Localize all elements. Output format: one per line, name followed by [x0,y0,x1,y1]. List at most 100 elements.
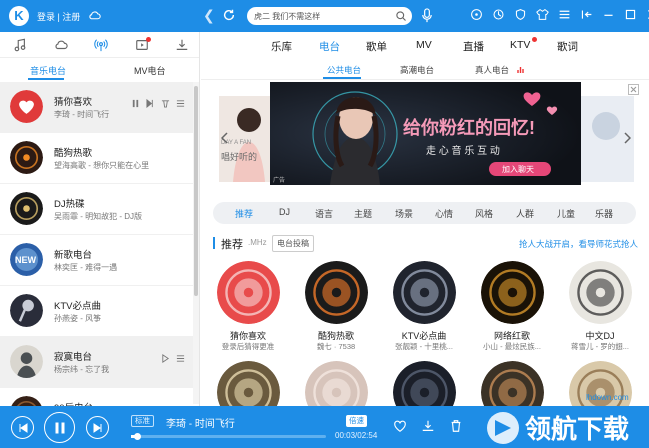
category-item[interactable]: 人群 [516,207,534,220]
category-item[interactable]: 场景 [395,207,413,220]
radio-list-item[interactable]: KTV必点曲 孙燕姿 - 风筝 [0,286,193,337]
banner-prev-preview[interactable]: DAY A FAN 唱好听的 [219,96,271,182]
skin-icon[interactable] [536,8,549,21]
watermark-logo: 领航下载 [487,412,629,445]
radio-card-cover[interactable] [481,261,544,324]
banner-ad[interactable]: 给你粉红的回忆! 走 心 音 乐 互 动 加入聊天 广告 [270,82,581,185]
login-register-link[interactable]: 登录 | 注册 [37,10,80,23]
radio-cover[interactable] [10,345,43,378]
maximize-icon[interactable] [624,8,637,21]
back-arrow-icon[interactable]: ❮ [203,8,215,22]
radio-list-item[interactable]: 酷狗热歌 望海高歌 - 想你只能在心里 [0,133,193,184]
radio-cover[interactable] [10,396,43,406]
tab-public-radio[interactable]: 公共电台 [327,64,361,76]
radio-card-cover[interactable] [481,361,544,406]
message-icon[interactable] [470,8,483,21]
next-icon [93,422,101,433]
radio-cover[interactable] [10,141,43,174]
next-button[interactable] [86,416,109,439]
radio-card-cover[interactable] [217,361,280,406]
category-item[interactable]: 风格 [475,207,493,220]
radio-card-cover[interactable] [217,261,280,324]
submit-radio-button[interactable]: 电台投稿 [272,235,314,252]
top-tab-item[interactable]: 歌单 [366,39,387,54]
top-tab-item[interactable]: MV [416,39,432,51]
radio-list-item[interactable]: DJ热碟 吴雨霏 - 明知故犯 - DJ版 [0,184,193,235]
skip-icon[interactable] [146,99,155,108]
category-item[interactable]: DJ [279,207,290,217]
cloud-sync-icon[interactable] [88,9,101,22]
tab-music-radio[interactable]: 音乐电台 [30,64,66,77]
radio-card-cover[interactable] [305,361,368,406]
player-actions [393,419,463,433]
radio-list-item[interactable]: 寂寞电台 杨宗纬 - 忘了我 [0,337,193,388]
shield-icon[interactable] [514,8,527,21]
tab-live-radio[interactable]: 真人电台 [475,64,509,76]
play-mode-badge[interactable]: 标准 [131,415,154,427]
minimize-icon[interactable] [602,8,615,21]
download-icon[interactable] [175,38,189,52]
radio-cover[interactable] [10,294,43,327]
radio-card-cover[interactable] [305,261,368,324]
app-logo[interactable]: K [9,6,29,26]
more-icon[interactable] [176,354,185,363]
top-tab-item[interactable]: 直播 [463,39,484,54]
banner-close-button[interactable] [628,84,639,95]
category-item[interactable]: 语言 [315,207,333,220]
menu-icon[interactable] [558,8,571,21]
banner-carousel[interactable]: DAY A FAN 唱好听的 给你粉红的回忆! 走 心 音 乐 互 动 加入聊天… [219,82,634,185]
tab-climax-radio[interactable]: 高潮电台 [400,64,434,76]
settings-icon[interactable] [492,8,505,21]
pause-icon[interactable] [131,99,140,108]
radio-list-item[interactable]: NEW 新歌电台 林奕匡 - 难得一遇 [0,235,193,286]
category-item[interactable]: 儿童 [557,207,575,220]
tab-mv-radio[interactable]: MV电台 [134,64,166,77]
category-item[interactable]: 推荐 [235,207,253,220]
sidebar-scrollbar[interactable] [193,82,199,404]
banner-cta[interactable]: 加入聊天 [502,164,534,174]
radio-cover[interactable]: NEW [10,243,43,276]
top-tab-item[interactable]: 电台 [319,39,340,54]
music-note-icon[interactable] [13,38,27,52]
radio-card-cover[interactable] [393,361,456,406]
search-icon[interactable] [395,10,407,22]
category-item[interactable]: 主题 [354,207,372,220]
radio-cover[interactable] [10,192,43,225]
play-icon[interactable] [161,354,170,363]
progress-knob[interactable] [133,433,141,440]
title-bar: K 登录 | 注册 ❮ 虎二 我们不需这样 [0,0,649,32]
category-item[interactable]: 心情 [435,207,453,220]
promo-link[interactable]: 抢人大战开启，看导师花式抢人 [519,238,638,250]
pause-button[interactable] [44,412,75,443]
download-icon[interactable] [421,419,435,433]
more-icon[interactable] [176,99,185,108]
banner-next-preview[interactable] [580,96,634,182]
refresh-icon[interactable] [222,8,236,22]
cloud-icon[interactable] [54,38,68,52]
speed-button[interactable]: 倍速 [346,415,367,427]
mini-mode-icon[interactable] [580,8,593,21]
banner-next-arrow-icon[interactable] [623,132,631,144]
trash-icon[interactable] [449,419,463,433]
notification-dot [146,37,151,42]
heart-icon[interactable] [393,419,407,433]
radio-cover[interactable] [10,90,43,123]
top-tab-item[interactable]: 乐库 [271,39,292,54]
radio-card-cover[interactable] [569,261,632,324]
top-tab-item[interactable]: 歌词 [557,39,578,54]
scrollbar-thumb[interactable] [194,86,198,296]
banner-prev-arrow-icon[interactable] [221,132,229,144]
progress-bar[interactable] [131,433,326,440]
category-item[interactable]: 乐器 [595,207,613,220]
prev-button[interactable] [11,416,34,439]
mic-icon[interactable] [421,8,433,23]
radio-list-item[interactable]: 猜你喜欢 李琦 - 时间飞行 [0,82,193,133]
radio-icon[interactable] [94,38,108,52]
top-tab-item[interactable]: KTV [510,39,530,51]
radio-list-item[interactable]: 90后电台 [0,388,193,406]
radio-card-cover[interactable] [393,261,456,324]
trash-icon[interactable] [161,99,170,108]
search-input[interactable]: 虎二 我们不需这样 [247,7,412,25]
now-playing-title[interactable]: 李琦 - 时间飞行 [166,415,235,430]
close-icon [630,86,637,93]
